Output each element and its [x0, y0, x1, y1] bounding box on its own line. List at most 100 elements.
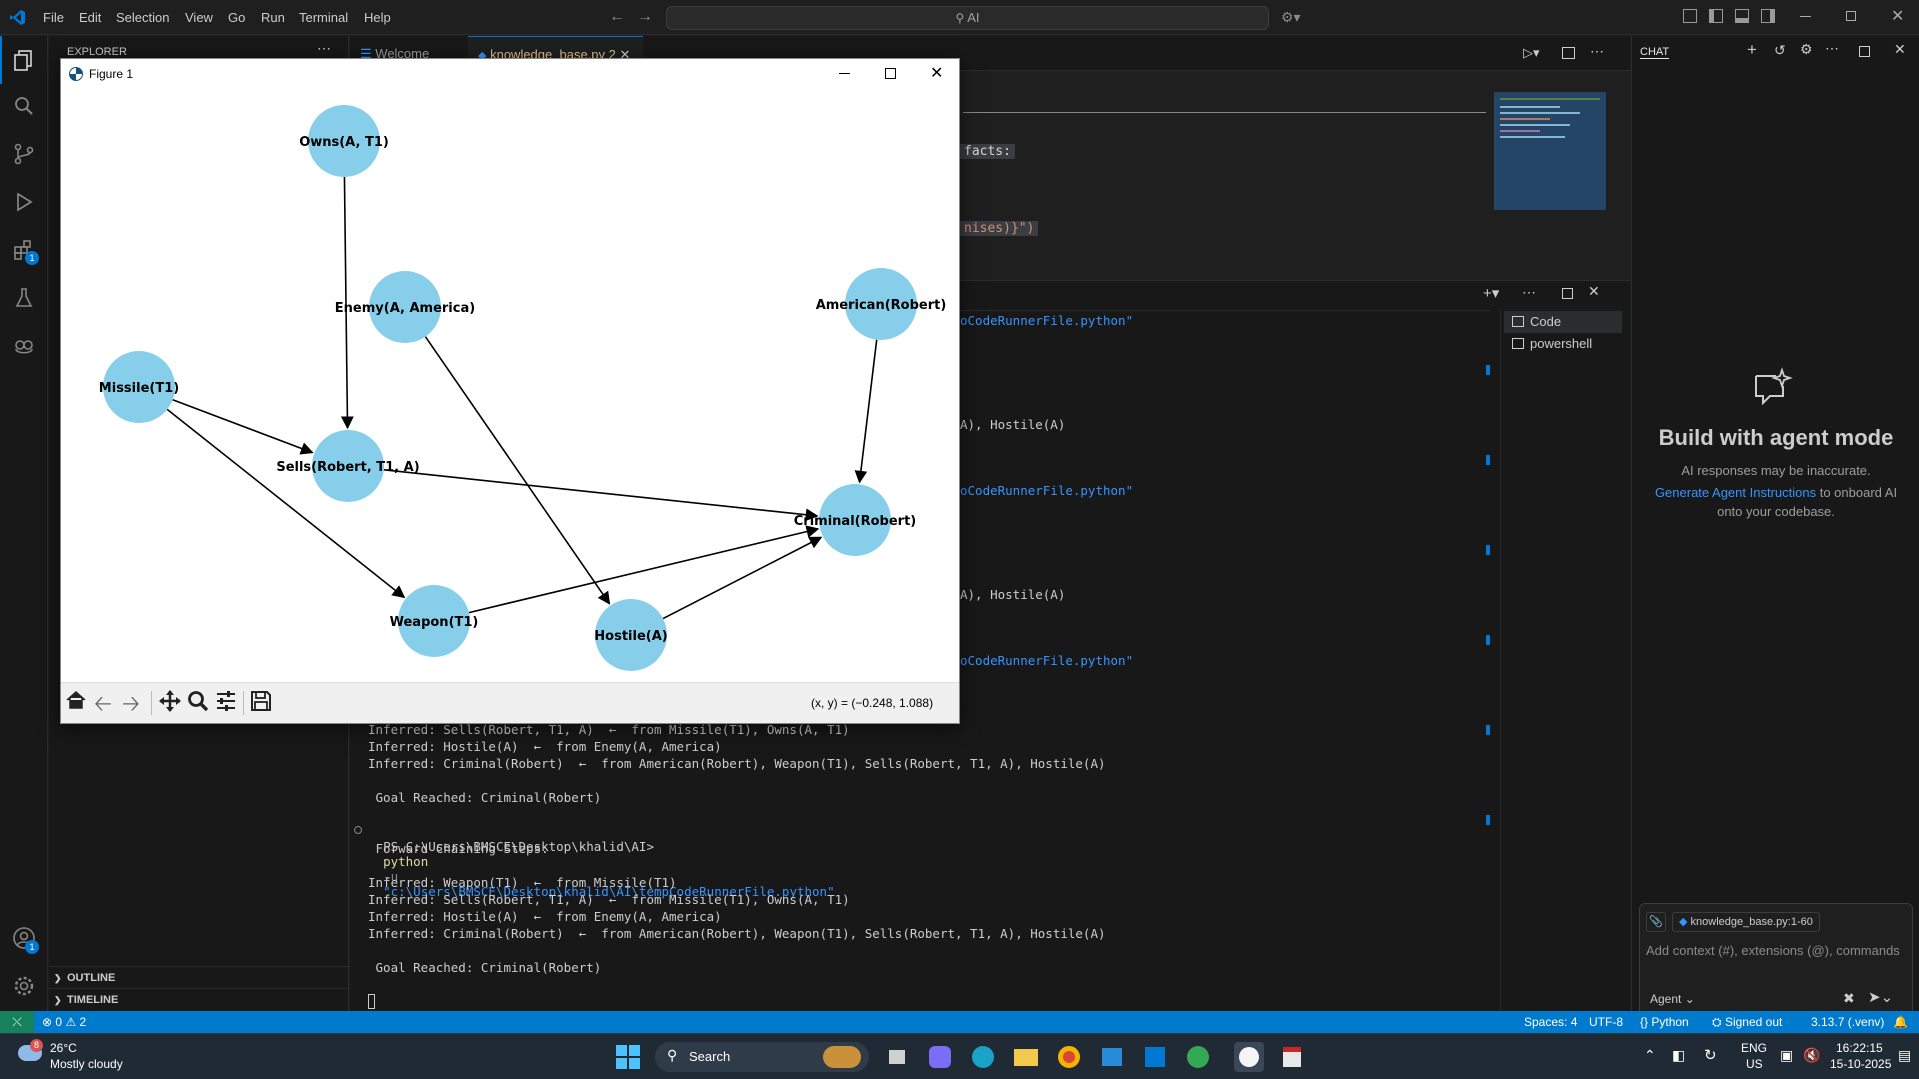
- timeline-section[interactable]: ❯ TIMELINE: [49, 988, 349, 1010]
- menu-terminal[interactable]: Terminal: [299, 0, 348, 35]
- chat-settings-icon[interactable]: ⚙: [1800, 41, 1813, 58]
- outline-section[interactable]: ❯ OUTLINE: [49, 966, 349, 988]
- tray-chevron-icon[interactable]: ⌃: [1644, 1047, 1656, 1064]
- figure-maximize-icon[interactable]: [885, 68, 896, 79]
- chat-input-box[interactable]: 📎 ◆ knowledge_base.py:1-60 Add context (…: [1639, 903, 1913, 1021]
- menu-selection[interactable]: Selection: [116, 0, 169, 35]
- indentation-indicator[interactable]: Spaces: 4: [1524, 1011, 1577, 1033]
- copilot-menu-icon[interactable]: ⚙▾: [1281, 9, 1301, 26]
- menu-file[interactable]: File: [43, 0, 64, 35]
- generate-instructions-link[interactable]: Generate Agent Instructions: [1655, 485, 1816, 500]
- chat-more-icon[interactable]: ⋯: [1825, 40, 1839, 57]
- weather-widget[interactable]: 8 26°C Mostly cloudy: [14, 1039, 174, 1075]
- account-indicator[interactable]: ⛭ Signed out: [1712, 1011, 1782, 1033]
- app-taskbar-icon[interactable]: [1277, 1042, 1307, 1072]
- toggle-secondary-sidebar-icon[interactable]: [1761, 9, 1775, 23]
- file-explorer-icon[interactable]: [1011, 1042, 1041, 1072]
- terminal-icon: [1512, 338, 1524, 349]
- chat-close-icon[interactable]: ✕: [1894, 41, 1906, 58]
- layout-customize-icon[interactable]: [1683, 9, 1697, 23]
- new-chat-icon[interactable]: +: [1747, 40, 1757, 60]
- network-icon[interactable]: ◧: [1672, 1047, 1685, 1064]
- tools-icon[interactable]: ✖: [1843, 990, 1855, 1007]
- figure-minimize-icon[interactable]: [839, 73, 850, 74]
- display-icon[interactable]: ▣: [1780, 1047, 1793, 1064]
- configure-subplots-icon[interactable]: [214, 689, 238, 713]
- taskbar-search[interactable]: ⚲ Search: [655, 1042, 869, 1072]
- copilot-activity-icon[interactable]: [12, 333, 36, 357]
- home-icon[interactable]: [65, 689, 87, 711]
- store-app-icon[interactable]: [1097, 1042, 1127, 1072]
- save-figure-icon[interactable]: [249, 689, 273, 713]
- volume-muted-icon[interactable]: 🔇: [1803, 1047, 1820, 1064]
- clock-time[interactable]: 16:22:15: [1836, 1041, 1883, 1055]
- back-arrow-icon[interactable]: 🡠: [94, 687, 112, 725]
- back-arrow-icon[interactable]: ←: [609, 8, 625, 26]
- run-debug-icon[interactable]: [12, 190, 36, 214]
- notifications-bell-icon[interactable]: 🔔: [1893, 1011, 1908, 1033]
- search-highlight-icon: [823, 1046, 861, 1068]
- terminal-session-code[interactable]: Code: [1504, 311, 1622, 333]
- command-center-search[interactable]: ⚲ AI: [666, 6, 1269, 30]
- chat-maximize-icon[interactable]: [1859, 46, 1870, 57]
- terminal-cursor[interactable]: [368, 994, 375, 1009]
- restore-window-icon[interactable]: [1846, 11, 1856, 21]
- send-icon[interactable]: ➤⌄: [1868, 988, 1893, 1006]
- encoding-indicator[interactable]: UTF-8: [1589, 1011, 1623, 1033]
- toggle-primary-sidebar-icon[interactable]: [1709, 9, 1723, 23]
- maximize-panel-icon[interactable]: [1562, 288, 1573, 299]
- pan-icon[interactable]: [158, 689, 182, 713]
- vscode-taskbar-icon[interactable]: [1140, 1042, 1170, 1072]
- editor-more-icon[interactable]: ⋯: [1590, 43, 1604, 60]
- menu-run[interactable]: Run: [261, 0, 285, 35]
- chat-history-icon[interactable]: ↺: [1774, 42, 1786, 59]
- start-button-icon[interactable]: [616, 1045, 640, 1069]
- language-indicator-top[interactable]: ENG: [1741, 1041, 1767, 1055]
- figure-toolbar: 🡠 🡢 (x, y) = (−0.248, 1.088): [61, 682, 959, 723]
- figure-title-bar[interactable]: Figure 1 ✕: [61, 59, 959, 89]
- context-file-chip[interactable]: ◆ knowledge_base.py:1-60: [1672, 912, 1820, 932]
- close-window-icon[interactable]: ✕: [1891, 6, 1904, 26]
- sync-icon[interactable]: ↻: [1704, 1046, 1717, 1064]
- run-python-icon[interactable]: ▷▾: [1523, 45, 1540, 61]
- interpreter-indicator[interactable]: 3.13.7 (.venv): [1811, 1011, 1884, 1033]
- minimize-window-icon[interactable]: [1800, 16, 1811, 17]
- search-activity-icon[interactable]: [12, 94, 36, 118]
- attach-icon[interactable]: 📎: [1646, 912, 1666, 932]
- language-indicator[interactable]: {} Python: [1640, 1011, 1689, 1033]
- testing-icon[interactable]: [12, 286, 36, 310]
- menu-view[interactable]: View: [185, 0, 213, 35]
- terminal-scrollbar[interactable]: [1486, 315, 1490, 915]
- agent-mode-dropdown[interactable]: Agent ⌄: [1650, 992, 1695, 1006]
- notification-center-icon[interactable]: ▤: [1898, 1047, 1911, 1064]
- chat-heading: Build with agent mode: [1658, 425, 1894, 450]
- split-editor-icon[interactable]: [1562, 47, 1575, 59]
- panel-more-icon[interactable]: ⋯: [1522, 284, 1536, 301]
- manage-gear-icon[interactable]: [12, 974, 36, 998]
- zoom-icon[interactable]: [186, 689, 210, 713]
- new-terminal-icon[interactable]: +▾: [1483, 284, 1499, 302]
- forward-arrow-icon[interactable]: →: [637, 8, 653, 26]
- warning-count: 2: [79, 1015, 87, 1029]
- source-control-icon[interactable]: [12, 142, 36, 166]
- chrome-profile-icon[interactable]: [1183, 1042, 1213, 1072]
- task-view-icon[interactable]: [882, 1042, 912, 1072]
- explorer-icon[interactable]: [12, 48, 36, 72]
- menu-help[interactable]: Help: [364, 0, 391, 35]
- knowledge-graph-canvas[interactable]: Owns(A, T1) Enemy(A, America) American(Rob…: [61, 89, 959, 682]
- chrome-browser-icon[interactable]: [1054, 1042, 1084, 1072]
- menu-edit[interactable]: Edit: [79, 0, 101, 35]
- edge-browser-icon[interactable]: [968, 1042, 998, 1072]
- close-panel-icon[interactable]: ✕: [1588, 283, 1600, 300]
- python-figure-taskbar-icon[interactable]: [1234, 1042, 1264, 1072]
- problems-indicator[interactable]: ⊗ 0 ⚠ 2: [42, 1011, 86, 1033]
- copilot-app-icon[interactable]: [925, 1042, 955, 1072]
- remote-indicator-icon[interactable]: ⤬: [0, 1011, 34, 1033]
- forward-arrow-icon[interactable]: 🡢: [122, 687, 140, 725]
- menu-go[interactable]: Go: [228, 0, 245, 35]
- chat-input-placeholder[interactable]: Add context (#), extensions (@), command…: [1646, 943, 1908, 958]
- toggle-panel-icon[interactable]: [1735, 9, 1749, 23]
- figure-close-icon[interactable]: ✕: [930, 59, 943, 89]
- terminal-session-powershell[interactable]: powershell: [1504, 333, 1622, 355]
- explorer-more-icon[interactable]: ⋯: [317, 40, 331, 57]
